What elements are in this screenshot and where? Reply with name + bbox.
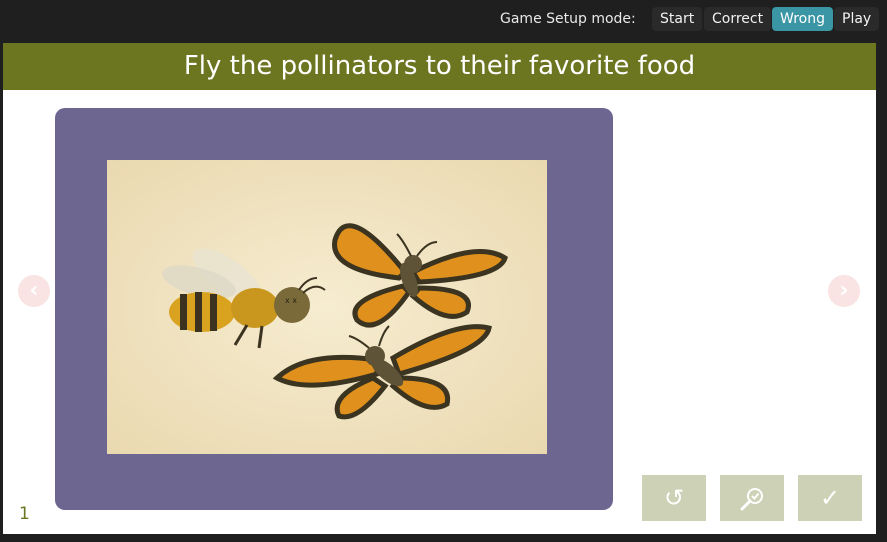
chevron-right-icon: › — [839, 278, 849, 303]
svg-text:x x: x x — [285, 296, 297, 305]
check-icon: ✓ — [819, 484, 841, 512]
hint-magnifier-icon — [739, 484, 765, 512]
top-bar: Game Setup mode: Start Correct Wrong Pla… — [0, 0, 887, 40]
mode-wrong-button[interactable]: Wrong — [772, 7, 833, 31]
pollinators-illustration: x x — [107, 160, 547, 454]
reset-button[interactable]: ↺ — [642, 475, 706, 521]
mode-start-button[interactable]: Start — [652, 7, 703, 31]
next-button[interactable]: › — [828, 275, 860, 307]
prev-button[interactable]: ‹ — [18, 275, 50, 307]
reset-icon: ↺ — [663, 484, 685, 512]
mode-play-button[interactable]: Play — [834, 7, 880, 31]
setup-mode-label: Game Setup mode: — [500, 11, 636, 27]
game-frame: Fly the pollinators to their favorite fo… — [3, 43, 876, 534]
game-title: Fly the pollinators to their favorite fo… — [3, 43, 876, 90]
game-panel: x x — [55, 108, 613, 510]
chevron-left-icon: ‹ — [29, 278, 39, 303]
hint-button[interactable] — [720, 475, 784, 521]
check-button[interactable]: ✓ — [798, 475, 862, 521]
mode-correct-button[interactable]: Correct — [704, 7, 772, 31]
pollinators-image: x x — [107, 160, 547, 454]
page-number: 1 — [19, 504, 30, 524]
